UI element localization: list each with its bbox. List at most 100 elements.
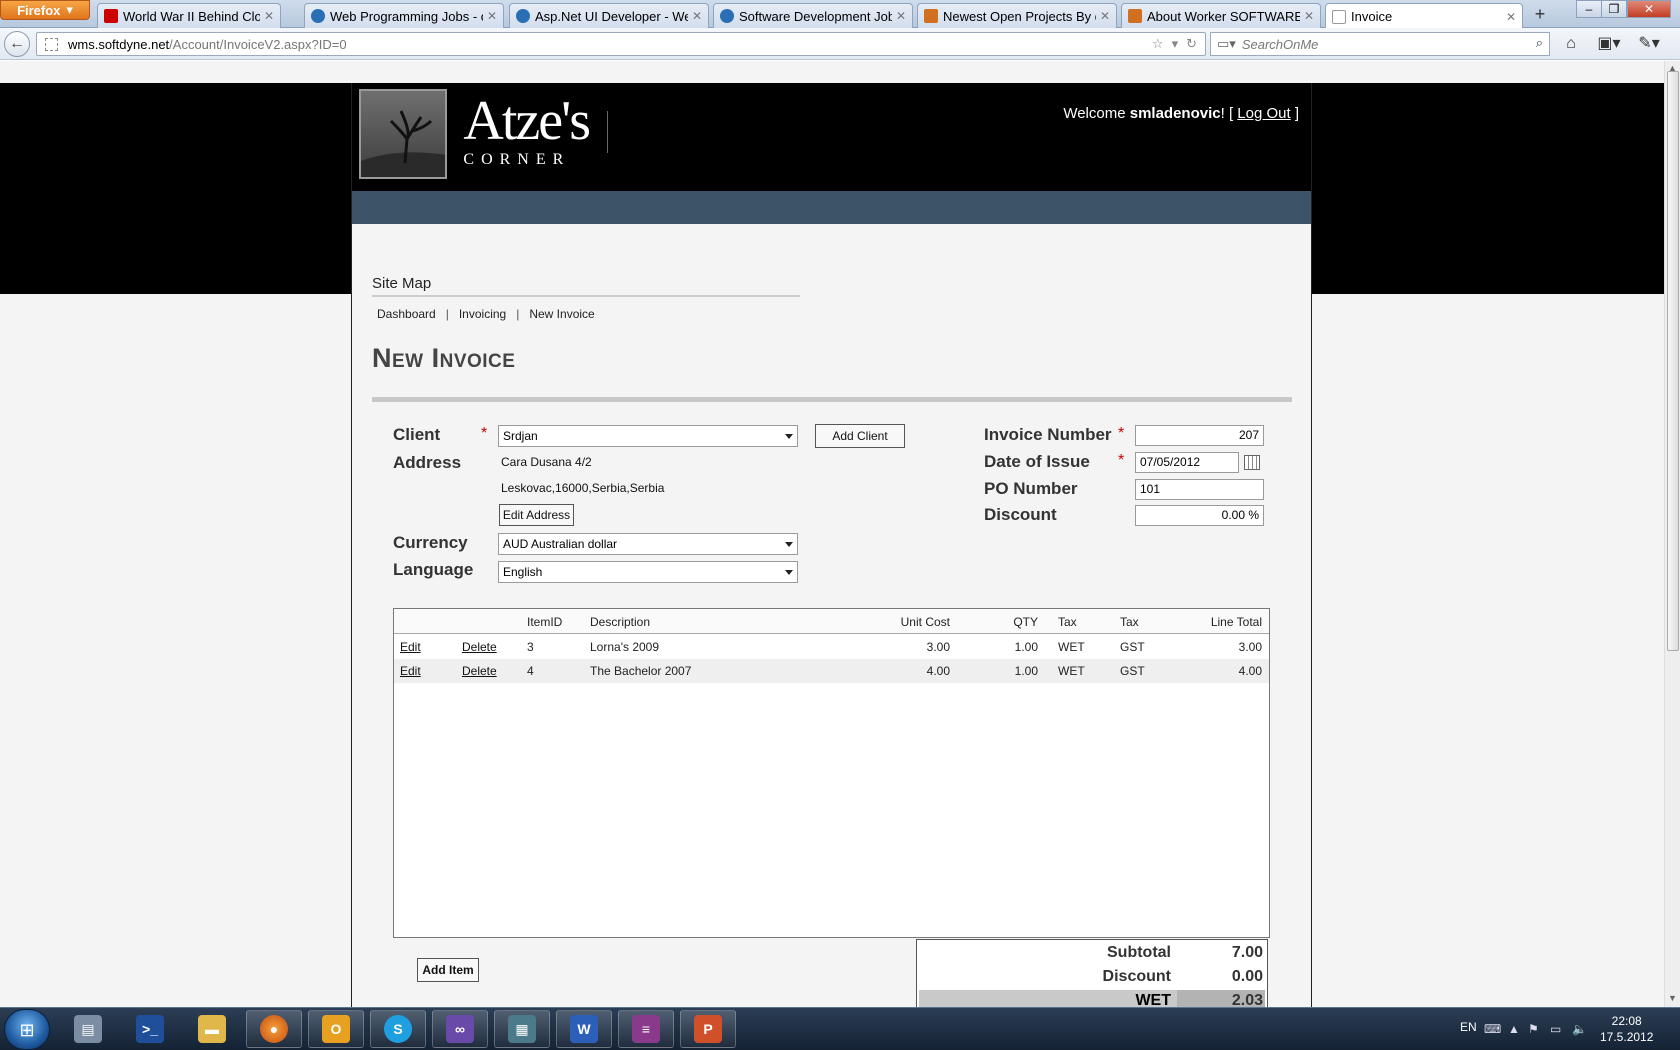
window-app-icon: ▦ (508, 1015, 536, 1043)
taskbar-visual-studio[interactable]: ∞ (432, 1010, 488, 1048)
vertical-scrollbar[interactable]: ▲ ▼ (1664, 61, 1680, 1007)
bookmark-star-icon[interactable]: ☆ (1152, 36, 1164, 52)
network-icon[interactable]: ▭ (1550, 1022, 1561, 1036)
windows-taskbar: ⊞ ▤ >_ ▬ ● O S ∞ ▦ W ≡ P EN ⌨ ▲ ⚑ ▭ 🔈 22… (0, 1007, 1680, 1050)
delete-row-link[interactable]: Delete (462, 664, 497, 678)
close-tab-icon[interactable]: ✕ (692, 9, 702, 23)
dropdown-arrow-icon (785, 570, 793, 575)
history-dropdown-icon[interactable]: ▾ (1172, 36, 1179, 52)
welcome-message: Welcome smladenovic! [ Log Out ] (1063, 105, 1299, 122)
page-title: New Invoice (372, 343, 516, 373)
taskbar-firefox[interactable]: ● (246, 1010, 302, 1048)
close-tab-icon[interactable]: ✕ (896, 9, 906, 23)
tab-about-worker[interactable]: About Worker SOFTWARE D... ✕ (1121, 3, 1321, 28)
close-window-button[interactable]: ✕ (1627, 0, 1671, 18)
breadcrumb-invoicing[interactable]: Invoicing (459, 307, 506, 321)
breadcrumb-separator: | (445, 307, 449, 321)
site-icon (1128, 9, 1142, 23)
back-arrow-icon[interactable]: ← (4, 31, 30, 57)
tab-open-projects[interactable]: Newest Open Projects By dat... ✕ (917, 3, 1117, 28)
keyboard-icon[interactable]: ⌨ (1484, 1022, 1501, 1036)
volume-icon[interactable]: 🔈 (1572, 1022, 1587, 1036)
language-select[interactable]: English (498, 561, 798, 583)
url-path: /Account/InvoiceV2.aspx?ID=0 (169, 36, 347, 52)
client-select[interactable]: Srdjan (498, 425, 798, 447)
welcome-bracket-open: ! [ (1220, 105, 1238, 122)
add-client-button[interactable]: Add Client (815, 424, 905, 448)
tab-youtube[interactable]: World War II Behind Closed ... ✕ (97, 3, 281, 28)
po-number-label: PO Number (984, 479, 1078, 498)
firefox-menu-button[interactable]: Firefox ▾ (0, 0, 90, 20)
scrollbar-thumb[interactable] (1667, 71, 1679, 651)
minimize-button[interactable]: ‒ (1576, 0, 1602, 18)
search-bar[interactable]: ▭▾ SearchOnMe ⌕ (1210, 32, 1550, 56)
delete-row-link[interactable]: Delete (462, 640, 497, 654)
reload-icon[interactable]: ↻ (1186, 36, 1197, 52)
header-divider (607, 111, 608, 153)
close-tab-icon[interactable]: ✕ (1506, 10, 1516, 24)
clock-date: 17.5.2012 (1600, 1030, 1654, 1044)
search-engine-icon[interactable]: ▭▾ (1217, 36, 1236, 52)
invoice-number-label: Invoice Number (984, 425, 1112, 444)
address-line-1: Cara Dusana 4/2 (501, 455, 592, 469)
breadcrumb-dashboard[interactable]: Dashboard (377, 307, 436, 321)
taskbar-explorer[interactable]: ▬ (184, 1010, 240, 1048)
action-center-flag-icon[interactable]: ⚑ (1528, 1022, 1539, 1036)
taskbar-powershell[interactable]: >_ (122, 1010, 178, 1048)
wet-row: WET 2.03 (919, 990, 1265, 1007)
home-icon[interactable]: ⌂ (1558, 33, 1584, 55)
taskbar-app-window[interactable]: ▦ (494, 1010, 550, 1048)
show-hidden-icons-icon[interactable]: ▲ (1508, 1022, 1520, 1036)
language-selected-value: English (503, 565, 543, 579)
close-tab-icon[interactable]: ✕ (1100, 9, 1110, 23)
tab-invoice[interactable]: Invoice ✕ (1325, 3, 1523, 29)
site-logo[interactable]: Atze's CORNER (359, 89, 591, 183)
discount-total-row: Discount 0.00 (919, 966, 1265, 988)
breadcrumb-separator: | (516, 307, 520, 321)
subtotal-label: Subtotal (1107, 944, 1171, 961)
taskbar-winrar[interactable]: ≡ (618, 1010, 674, 1048)
address-bar[interactable]: wms.softdyne.net /Account/InvoiceV2.aspx… (36, 32, 1206, 56)
edit-row-link[interactable]: Edit (400, 664, 421, 678)
page-identity-icon[interactable] (45, 37, 58, 51)
logout-link[interactable]: Log Out (1237, 105, 1290, 122)
close-tab-icon[interactable]: ✕ (487, 9, 497, 23)
edit-address-button[interactable]: Edit Address (499, 504, 574, 526)
input-language-indicator[interactable]: EN (1460, 1020, 1477, 1034)
sitemap-title: Site Map (372, 275, 800, 297)
wet-value: 2.03 (1177, 990, 1265, 1007)
new-tab-button[interactable]: + (1527, 4, 1553, 26)
calendar-icon[interactable] (1244, 455, 1260, 470)
add-item-button[interactable]: Add Item (417, 958, 479, 982)
visual-studio-icon: ∞ (446, 1015, 474, 1043)
invoice-number-field[interactable]: 207 (1135, 425, 1264, 446)
clock[interactable]: 22:08 17.5.2012 (1600, 1013, 1653, 1045)
po-number-field[interactable]: 101 (1135, 479, 1264, 500)
addon-toolbar-icon[interactable]: ▣▾ (1596, 33, 1622, 55)
client-selected-value: Srdjan (503, 429, 538, 443)
edit-row-link[interactable]: Edit (400, 640, 421, 654)
taskbar-skype[interactable]: S (370, 1010, 426, 1048)
maximize-button[interactable]: ❐ (1601, 0, 1627, 18)
dropdown-arrow-icon (785, 434, 793, 439)
address-label: Address (393, 453, 462, 472)
scroll-down-arrow-icon[interactable]: ▼ (1668, 993, 1677, 1003)
taskbar-powerpoint[interactable]: P (680, 1010, 736, 1048)
tab-odesk-web-programming[interactable]: Web Programming Jobs - o... ✕ (304, 3, 504, 28)
currency-select[interactable]: AUD Australian dollar (498, 533, 798, 555)
taskbar-network-manager[interactable]: ▤ (60, 1010, 116, 1048)
tab-odesk-aspnet[interactable]: Asp.Net UI Developer - Web ... ✕ (509, 3, 709, 28)
close-tab-icon[interactable]: ✕ (1304, 9, 1314, 23)
discount-field[interactable]: 0.00 % (1135, 505, 1264, 526)
windows-start-button[interactable]: ⊞ (4, 1009, 50, 1050)
header-tax-2: Tax (1120, 615, 1139, 629)
taskbar-outlook[interactable]: O (308, 1010, 364, 1048)
tools-icon[interactable]: ✎▾ (1636, 33, 1662, 55)
date-of-issue-field[interactable]: 07/05/2012 (1135, 452, 1239, 473)
tab-odesk-software-dev[interactable]: Software Development Jobs ... ✕ (713, 3, 913, 28)
cell-line-total: 4.00 (1238, 664, 1262, 678)
breadcrumb-new-invoice[interactable]: New Invoice (529, 307, 594, 321)
taskbar-word[interactable]: W (556, 1010, 612, 1048)
search-icon[interactable]: ⌕ (1536, 35, 1543, 51)
close-tab-icon[interactable]: ✕ (264, 9, 274, 23)
